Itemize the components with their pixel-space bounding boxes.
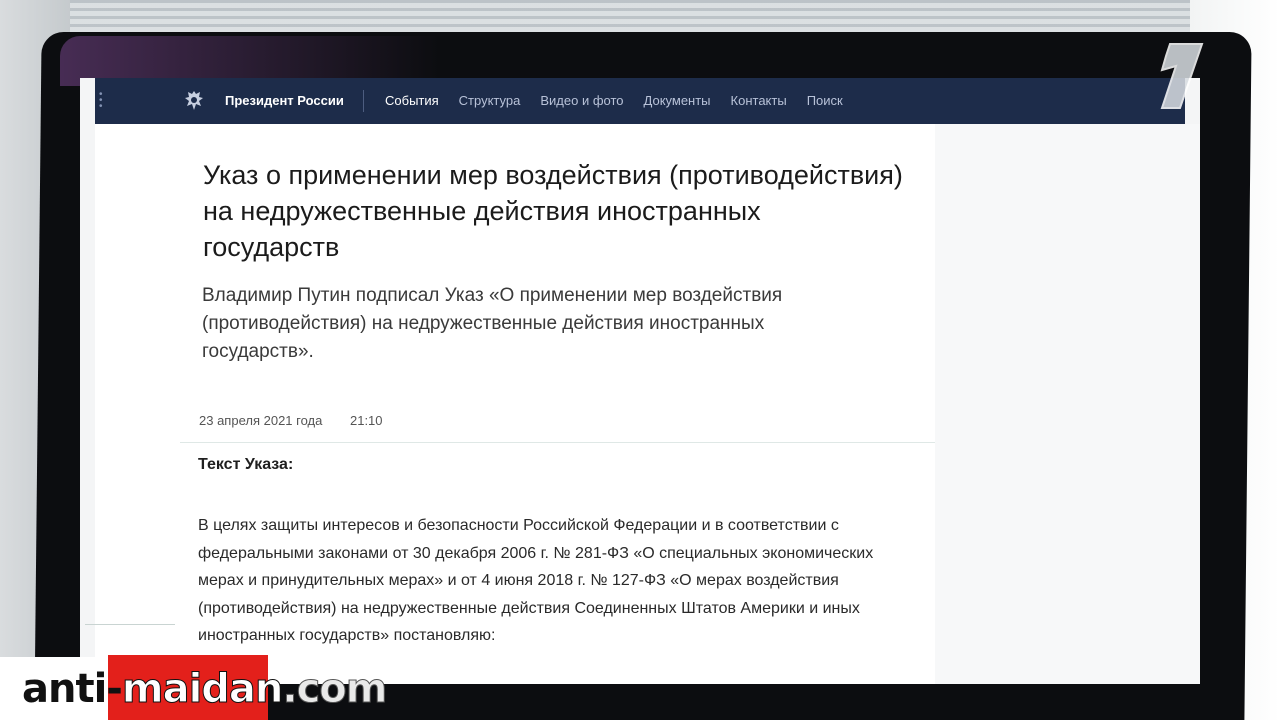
article-title: Указ о применении мер воздействия (проти… — [203, 160, 903, 262]
section-title: Текст Указа: — [198, 456, 294, 473]
nav-item-video-photo[interactable]: Видео и фото — [540, 93, 623, 108]
emblem-logo-icon[interactable] — [181, 88, 207, 114]
channel-one-logo-icon — [1160, 43, 1204, 109]
watermark-anti: anti- — [22, 666, 123, 712]
menu-icon[interactable]: • • • — [99, 90, 103, 112]
site-header: • • • Президент России События Структура В… — [95, 78, 1185, 124]
margin-line — [85, 624, 175, 625]
watermark-maidan: maidan — [121, 666, 283, 713]
watermark-com: .com — [282, 666, 388, 713]
monitor-screen: • • • Президент России События Структура В… — [80, 78, 1200, 684]
article-time: 21:10 — [349, 413, 383, 428]
nav-item-contacts[interactable]: Контакты — [731, 93, 787, 108]
article-meta: 23 апреля 2021 года 21:10 — [199, 413, 383, 428]
article-card: Указ о применении мер воздействия (проти… — [85, 124, 960, 684]
article-lead: Владимир Путин подписал Указ «О применен… — [202, 285, 783, 362]
header-divider — [363, 90, 364, 112]
article-date: 23 апреля 2021 года — [199, 413, 323, 428]
watermark-logo: anti-maidan.com — [22, 664, 388, 714]
right-sidebar — [935, 124, 1200, 684]
nav-item-search[interactable]: Поиск — [807, 93, 843, 108]
decree-text: В целях защиты интересов и безопасности … — [198, 517, 874, 644]
site-name[interactable]: Президент России — [225, 93, 344, 108]
main-nav: События Структура Видео и фото Документы… — [385, 93, 843, 108]
nav-item-documents[interactable]: Документы — [644, 93, 711, 108]
section-divider — [180, 442, 960, 443]
nav-item-structure[interactable]: Структура — [459, 93, 521, 108]
nav-item-events[interactable]: События — [385, 93, 439, 108]
